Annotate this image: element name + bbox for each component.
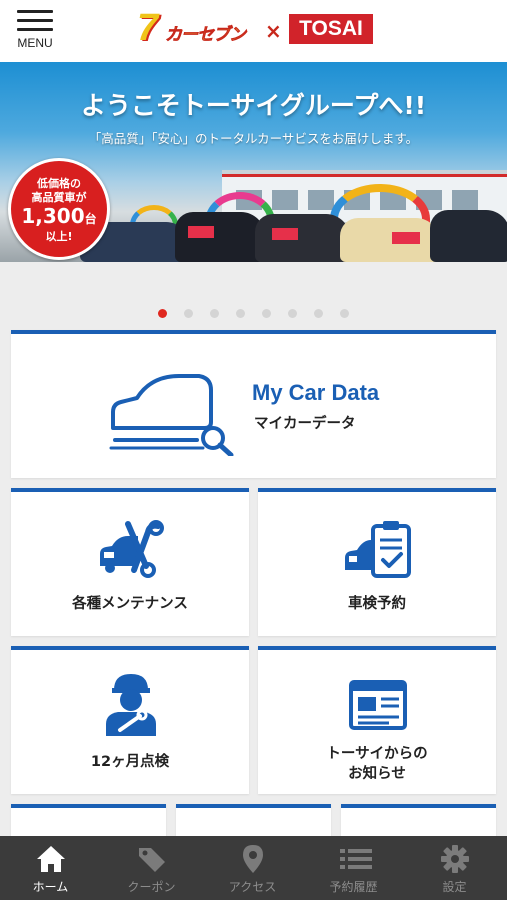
price-tag (272, 228, 298, 240)
mechanic-icon (106, 674, 156, 736)
carousel-dot[interactable] (157, 309, 167, 318)
my-car-data-card[interactable]: My Car Data マイカーデータ (11, 330, 496, 478)
nav-label-coupon: クーポン (127, 880, 176, 894)
app-header: MENU 7 カーセブン × TOSAI (0, 0, 507, 62)
hero-banner[interactable]: ようこそトーサイグループへ!! 「高品質」「安心」のトータルカーサビスをお届けし… (0, 62, 507, 262)
car-seven-logo-text: カーセブン (165, 25, 247, 46)
menu-label: MENU (17, 36, 53, 50)
carousel-dot[interactable] (314, 309, 324, 318)
inspection-booking-label: 車検予約 (348, 596, 406, 612)
coupon-tag-icon (139, 848, 165, 872)
carousel-dot[interactable] (288, 309, 298, 318)
hamburger-icon (17, 10, 53, 13)
twelve-month-inspection-card[interactable]: 12ヶ月点検 (11, 646, 249, 794)
car-search-icon (109, 374, 234, 456)
my-car-data-subtitle: マイカーデータ (254, 416, 356, 432)
inspection-booking-card[interactable]: 車検予約 (258, 488, 496, 636)
carousel-dot[interactable] (235, 309, 245, 318)
menu-button[interactable]: MENU (14, 10, 56, 54)
gear-icon (441, 845, 469, 873)
car-image (340, 218, 440, 262)
nav-item-home[interactable]: ホーム (0, 836, 101, 900)
hamburger-icon-bar (17, 28, 53, 31)
bottom-navigation: ホーム クーポン アクセス 予約履歴 設定 (0, 836, 507, 900)
map-pin-icon (243, 845, 263, 873)
carousel-dot[interactable] (209, 309, 219, 318)
nav-label-access: アクセス (228, 880, 277, 894)
news-label-line2: お知らせ (348, 766, 406, 782)
price-tag (392, 232, 420, 244)
maintenance-card[interactable]: 各種メンテナンス (11, 488, 249, 636)
stock-count-badge: 低価格の 高品質車が 1,300台 以上! (8, 158, 110, 260)
tosai-news-card[interactable]: トーサイからの お知らせ (258, 646, 496, 794)
nav-item-settings[interactable]: 設定 (404, 836, 505, 900)
list-icon (340, 849, 372, 869)
banner-subtitle: 「高品質」「安心」のトータルカーサビスをお届けします。 (88, 131, 419, 146)
car-seven-logo-mark: 7 (137, 7, 159, 49)
logo-cross: × (265, 19, 282, 43)
carousel-dot[interactable] (340, 309, 350, 318)
nav-label-booking-history: 予約履歴 (329, 880, 378, 894)
dealership-stripe (222, 174, 507, 177)
car-tools-icon (100, 520, 164, 578)
my-car-data-title: My Car Data (252, 380, 380, 405)
car-image (430, 210, 507, 262)
nav-item-coupon[interactable]: クーポン (101, 836, 202, 900)
nav-label-home: ホーム (32, 880, 69, 894)
badge-count-unit: 台 (84, 212, 97, 226)
tosai-logo: TOSAI (289, 14, 373, 44)
carousel-dot[interactable] (262, 309, 272, 318)
carousel-dot[interactable] (183, 309, 193, 318)
badge-line1: 低価格の (37, 177, 81, 190)
badge-line4: 以上! (45, 230, 73, 243)
badge-line2: 高品質車が (31, 191, 87, 204)
nav-item-access[interactable]: アクセス (202, 836, 303, 900)
banner-title: ようこそトーサイグループへ!! (80, 91, 427, 120)
news-label-line1: トーサイからの (326, 746, 428, 762)
price-tag (188, 226, 214, 238)
badge-count-number: 1,300 (21, 204, 85, 228)
home-icon (37, 846, 65, 872)
badge-count: 1,300台 (11, 205, 107, 230)
twelve-month-inspection-label: 12ヶ月点検 (90, 754, 170, 770)
maintenance-label: 各種メンテナンス (72, 596, 188, 612)
brand-logo: 7 カーセブン × TOSAI (137, 7, 377, 49)
newspaper-icon (349, 680, 407, 730)
tosai-news-label: トーサイからの お知らせ (258, 744, 496, 784)
clipboard-car-icon (345, 521, 411, 578)
car-image (255, 214, 350, 262)
hamburger-icon-bar (17, 19, 53, 22)
nav-label-settings: 設定 (442, 880, 467, 894)
carousel-indicator (0, 303, 507, 318)
nav-item-booking-history[interactable]: 予約履歴 (303, 836, 404, 900)
